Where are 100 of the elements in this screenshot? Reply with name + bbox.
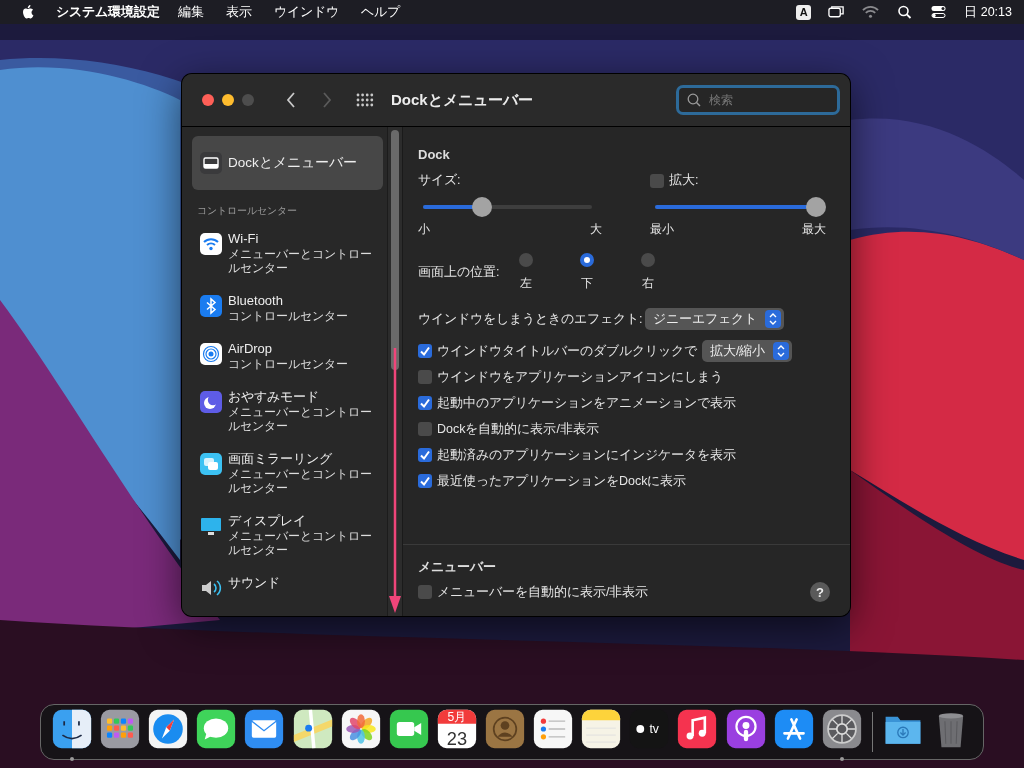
help-button[interactable]: ?: [810, 582, 830, 602]
slider-thumb[interactable]: [472, 197, 493, 217]
app-grid-icon[interactable]: [100, 709, 141, 749]
checkbox-label: 起動中のアプリケーションをアニメーションで表示: [437, 394, 736, 412]
contact-book-app-icon[interactable]: [485, 709, 526, 749]
notepad-app-icon[interactable]: [581, 709, 622, 749]
radio-button[interactable]: [519, 252, 533, 267]
checkbox[interactable]: [418, 585, 432, 599]
slider-min-label: 最小: [650, 221, 674, 238]
menu-item[interactable]: ヘルプ: [361, 3, 400, 21]
envelope-app-icon[interactable]: [244, 709, 285, 749]
sidebar-item-subtitle: メニューバーとコントロールセンター: [228, 529, 373, 557]
airdrop-icon: [200, 343, 222, 365]
map-app-icon[interactable]: [292, 709, 333, 749]
checkbox-label: 起動済みのアプリケーションにインジケータを表示: [437, 446, 736, 464]
video-camera-app-icon[interactable]: [388, 709, 429, 749]
checkbox-label: Dockを自動的に表示/非表示: [437, 420, 599, 438]
sidebar-item[interactable]: Dockとメニューバー: [192, 136, 383, 190]
minimize-effect-label: ウインドウをしまうときのエフェクト:: [418, 310, 643, 328]
gear-app-icon[interactable]: [821, 709, 862, 749]
screen-mirroring-icon: [200, 453, 222, 475]
up-down-chevron-icon: [773, 342, 790, 360]
music-note-app-icon[interactable]: [677, 709, 718, 749]
sidebar-item-title: ディスプレイ: [228, 513, 307, 529]
magnification-label: 拡大:: [669, 172, 699, 189]
size-label: サイズ:: [418, 172, 462, 189]
speech-bubble-app-icon[interactable]: [196, 709, 237, 749]
podcast-app-icon[interactable]: [725, 709, 766, 749]
sidebar-item[interactable]: ディスプレイ メニューバーとコントロールセンター: [192, 504, 383, 566]
calendar-app-icon[interactable]: 5月 23: [436, 709, 477, 749]
sidebar-item-title: サウンド: [228, 575, 280, 591]
checkbox-label: 最近使ったアプリケーションをDockに表示: [437, 472, 687, 490]
section-title: Dock: [418, 147, 451, 162]
sidebar-section-header: コントロールセンター: [196, 204, 298, 218]
slider-min-label: 小: [418, 221, 430, 238]
close-button[interactable]: [202, 94, 214, 106]
sidebar-item-title: AirDrop: [228, 341, 274, 357]
sidebar-item-subtitle: コントロールセンター: [228, 309, 349, 323]
sidebar-item[interactable]: サウンド: [192, 566, 383, 608]
back-icon[interactable]: [286, 91, 296, 109]
radio-label: 左: [520, 274, 532, 292]
search-icon[interactable]: [896, 5, 914, 19]
menu-item[interactable]: 編集: [178, 3, 204, 21]
wifi-icon: [200, 233, 222, 255]
flower-app-icon[interactable]: [340, 709, 381, 749]
double-click-action-popup[interactable]: 拡大/縮小: [702, 340, 793, 362]
position-label: 画面上の位置:: [418, 263, 501, 281]
radio-button[interactable]: [580, 252, 594, 267]
checkbox[interactable]: [418, 396, 432, 410]
apple-logo-icon[interactable]: [21, 4, 35, 20]
magnification-checkbox[interactable]: [650, 173, 664, 188]
sidebar-item[interactable]: Wi-Fi メニューバーとコントロールセンター: [192, 222, 383, 284]
minimize-effect-popup[interactable]: ジニーエフェクト: [645, 308, 785, 330]
menu-item[interactable]: ウインドウ: [274, 3, 339, 21]
slider-max-label: 大: [590, 221, 602, 238]
search-field[interactable]: 検索: [676, 85, 840, 115]
control-center-icon[interactable]: [930, 5, 948, 19]
wifi-icon[interactable]: [862, 5, 880, 19]
checkbox[interactable]: [418, 370, 432, 384]
sidebar-item[interactable]: Bluetooth コントロールセンター: [192, 284, 383, 332]
checkbox[interactable]: [418, 422, 432, 436]
grid-icon[interactable]: [356, 93, 374, 107]
radio-label: 右: [642, 274, 654, 292]
checkbox[interactable]: [418, 474, 432, 488]
smiling-face-app-icon[interactable]: [52, 709, 93, 749]
sidebar-item[interactable]: 画面ミラーリング メニューバーとコントロールセンター: [192, 442, 383, 504]
minimize-button[interactable]: [222, 94, 234, 106]
checkbox[interactable]: [418, 344, 432, 358]
checkbox-label: ウインドウをアプリケーションアイコンにしまう: [437, 368, 723, 386]
section-title: メニューバー: [418, 558, 497, 576]
radio-button[interactable]: [641, 252, 655, 267]
input-source-indicator[interactable]: A: [796, 4, 812, 20]
display-icon: [200, 515, 222, 537]
window-title: Dockとメニューバー: [391, 90, 533, 110]
menu-app-name[interactable]: システム環境設定: [56, 3, 160, 21]
calendar-month: 5月: [447, 710, 467, 725]
checkbox-label: ウインドウタイトルバーのダブルクリックで: [437, 342, 697, 360]
speaker-icon: [200, 577, 222, 599]
windows-icon[interactable]: [828, 5, 846, 19]
sidebar-item-subtitle: メニューバーとコントロールセンター: [228, 467, 373, 495]
sidebar-item-subtitle: コントロールセンター: [228, 357, 349, 371]
radio-label: 下: [581, 274, 593, 292]
checkbox[interactable]: [418, 448, 432, 462]
up-down-chevron-icon: [765, 310, 782, 328]
menu-item[interactable]: 表示: [226, 3, 252, 21]
sidebar-item[interactable]: AirDrop コントロールセンター: [192, 332, 383, 380]
app-store-icon[interactable]: [773, 709, 814, 749]
slider-thumb[interactable]: [806, 197, 826, 217]
calendar-day: 23: [446, 727, 468, 749]
sidebar-item-title: Wi-Fi: [228, 231, 260, 247]
checklist-app-icon[interactable]: [533, 709, 574, 749]
bluetooth-icon: [200, 295, 222, 317]
checkbox-label: メニューバーを自動的に表示/非表示: [437, 583, 649, 601]
sidebar-item-subtitle: メニューバーとコントロールセンター: [228, 247, 373, 275]
menu-clock[interactable]: 日 20:13: [964, 3, 1012, 21]
compass-app-icon[interactable]: [148, 709, 189, 749]
sidebar-item[interactable]: おやすみモード メニューバーとコントロールセンター: [192, 380, 383, 442]
sidebar-item-title: 画面ミラーリング: [228, 451, 333, 467]
scroll-bar[interactable]: [387, 127, 402, 616]
sidebar-item-title: Dockとメニューバー: [228, 155, 357, 171]
